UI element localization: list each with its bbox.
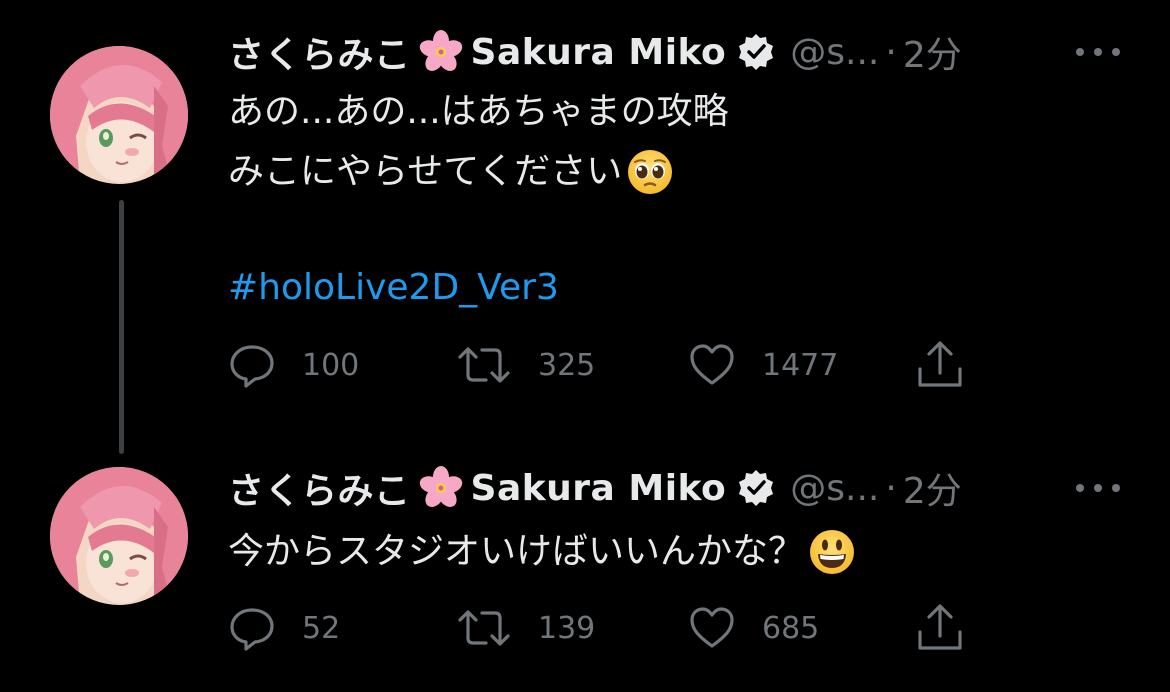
more-icon[interactable]	[1076, 478, 1120, 498]
tweet-actions: 100 325 1477	[228, 337, 988, 393]
tweet-text: 今からスタジオいけばいいんかな？	[228, 531, 805, 572]
tweet[interactable]: さくらみこ Sakura Miko @s... ·	[0, 0, 1170, 454]
display-name[interactable]: さくらみこ	[228, 462, 411, 514]
like-count: 685	[762, 610, 820, 646]
tweet-header: さくらみこ Sakura Miko @s... · 2分	[228, 463, 962, 513]
like-count: 1477	[762, 347, 839, 383]
verified-badge-icon	[736, 468, 776, 508]
timestamp[interactable]: 2分	[903, 462, 962, 514]
reply-count: 52	[302, 610, 341, 646]
reply-button[interactable]: 52	[228, 600, 340, 656]
display-name[interactable]: さくらみこ	[228, 26, 411, 78]
grinning-face-emoji	[808, 528, 856, 576]
tweet-text: あの...あの...はあちゃまの攻略	[228, 91, 729, 132]
tweet-text-line: あの...あの...はあちゃまの攻略	[228, 90, 729, 134]
separator-dot: ·	[885, 467, 897, 509]
share-icon	[914, 339, 966, 391]
reply-icon	[228, 604, 276, 652]
verified-badge-icon	[736, 32, 776, 72]
tweet[interactable]: さくらみこ Sakura Miko @s... ·	[0, 440, 1170, 692]
cherry-blossom-icon	[415, 30, 467, 74]
like-icon	[688, 341, 736, 389]
like-button[interactable]: 1477	[688, 337, 838, 393]
like-button[interactable]: 685	[688, 600, 819, 656]
retweet-button[interactable]: 139	[456, 600, 595, 656]
more-icon[interactable]	[1076, 42, 1120, 62]
retweet-icon	[456, 604, 512, 652]
tweet-header: さくらみこ Sakura Miko @s... · 2分	[228, 27, 962, 77]
cherry-blossom-icon	[415, 466, 467, 510]
share-icon	[914, 602, 966, 654]
reply-count: 100	[302, 347, 360, 383]
retweet-button[interactable]: 325	[456, 337, 595, 393]
tweet-text-line: 今からスタジオいけばいいんかな？	[228, 528, 856, 576]
tweet-actions: 52 139 685	[228, 600, 988, 656]
display-name-suffix[interactable]: Sakura Miko	[471, 468, 727, 509]
reply-icon	[228, 341, 276, 389]
tweet-text-line: みこにやらせてください	[228, 148, 674, 196]
thread-line	[119, 200, 124, 454]
tweet-text: みこにやらせてください	[228, 151, 623, 192]
retweet-count: 139	[538, 610, 596, 646]
separator-dot: ·	[885, 31, 897, 73]
avatar[interactable]	[50, 467, 188, 605]
tweet-text-line: #holoLive2D_Ver3	[228, 266, 559, 310]
like-icon	[688, 604, 736, 652]
display-name-suffix[interactable]: Sakura Miko	[471, 32, 727, 73]
hashtag-link[interactable]: #holoLive2D_Ver3	[228, 266, 559, 310]
handle[interactable]: @s...	[790, 32, 879, 73]
avatar[interactable]	[50, 46, 188, 184]
share-button[interactable]	[914, 337, 966, 393]
retweet-icon	[456, 341, 512, 389]
pleading-face-emoji	[626, 148, 674, 196]
retweet-count: 325	[538, 347, 596, 383]
reply-button[interactable]: 100	[228, 337, 359, 393]
share-button[interactable]	[914, 600, 966, 656]
handle[interactable]: @s...	[790, 468, 879, 509]
timestamp[interactable]: 2分	[903, 26, 962, 78]
